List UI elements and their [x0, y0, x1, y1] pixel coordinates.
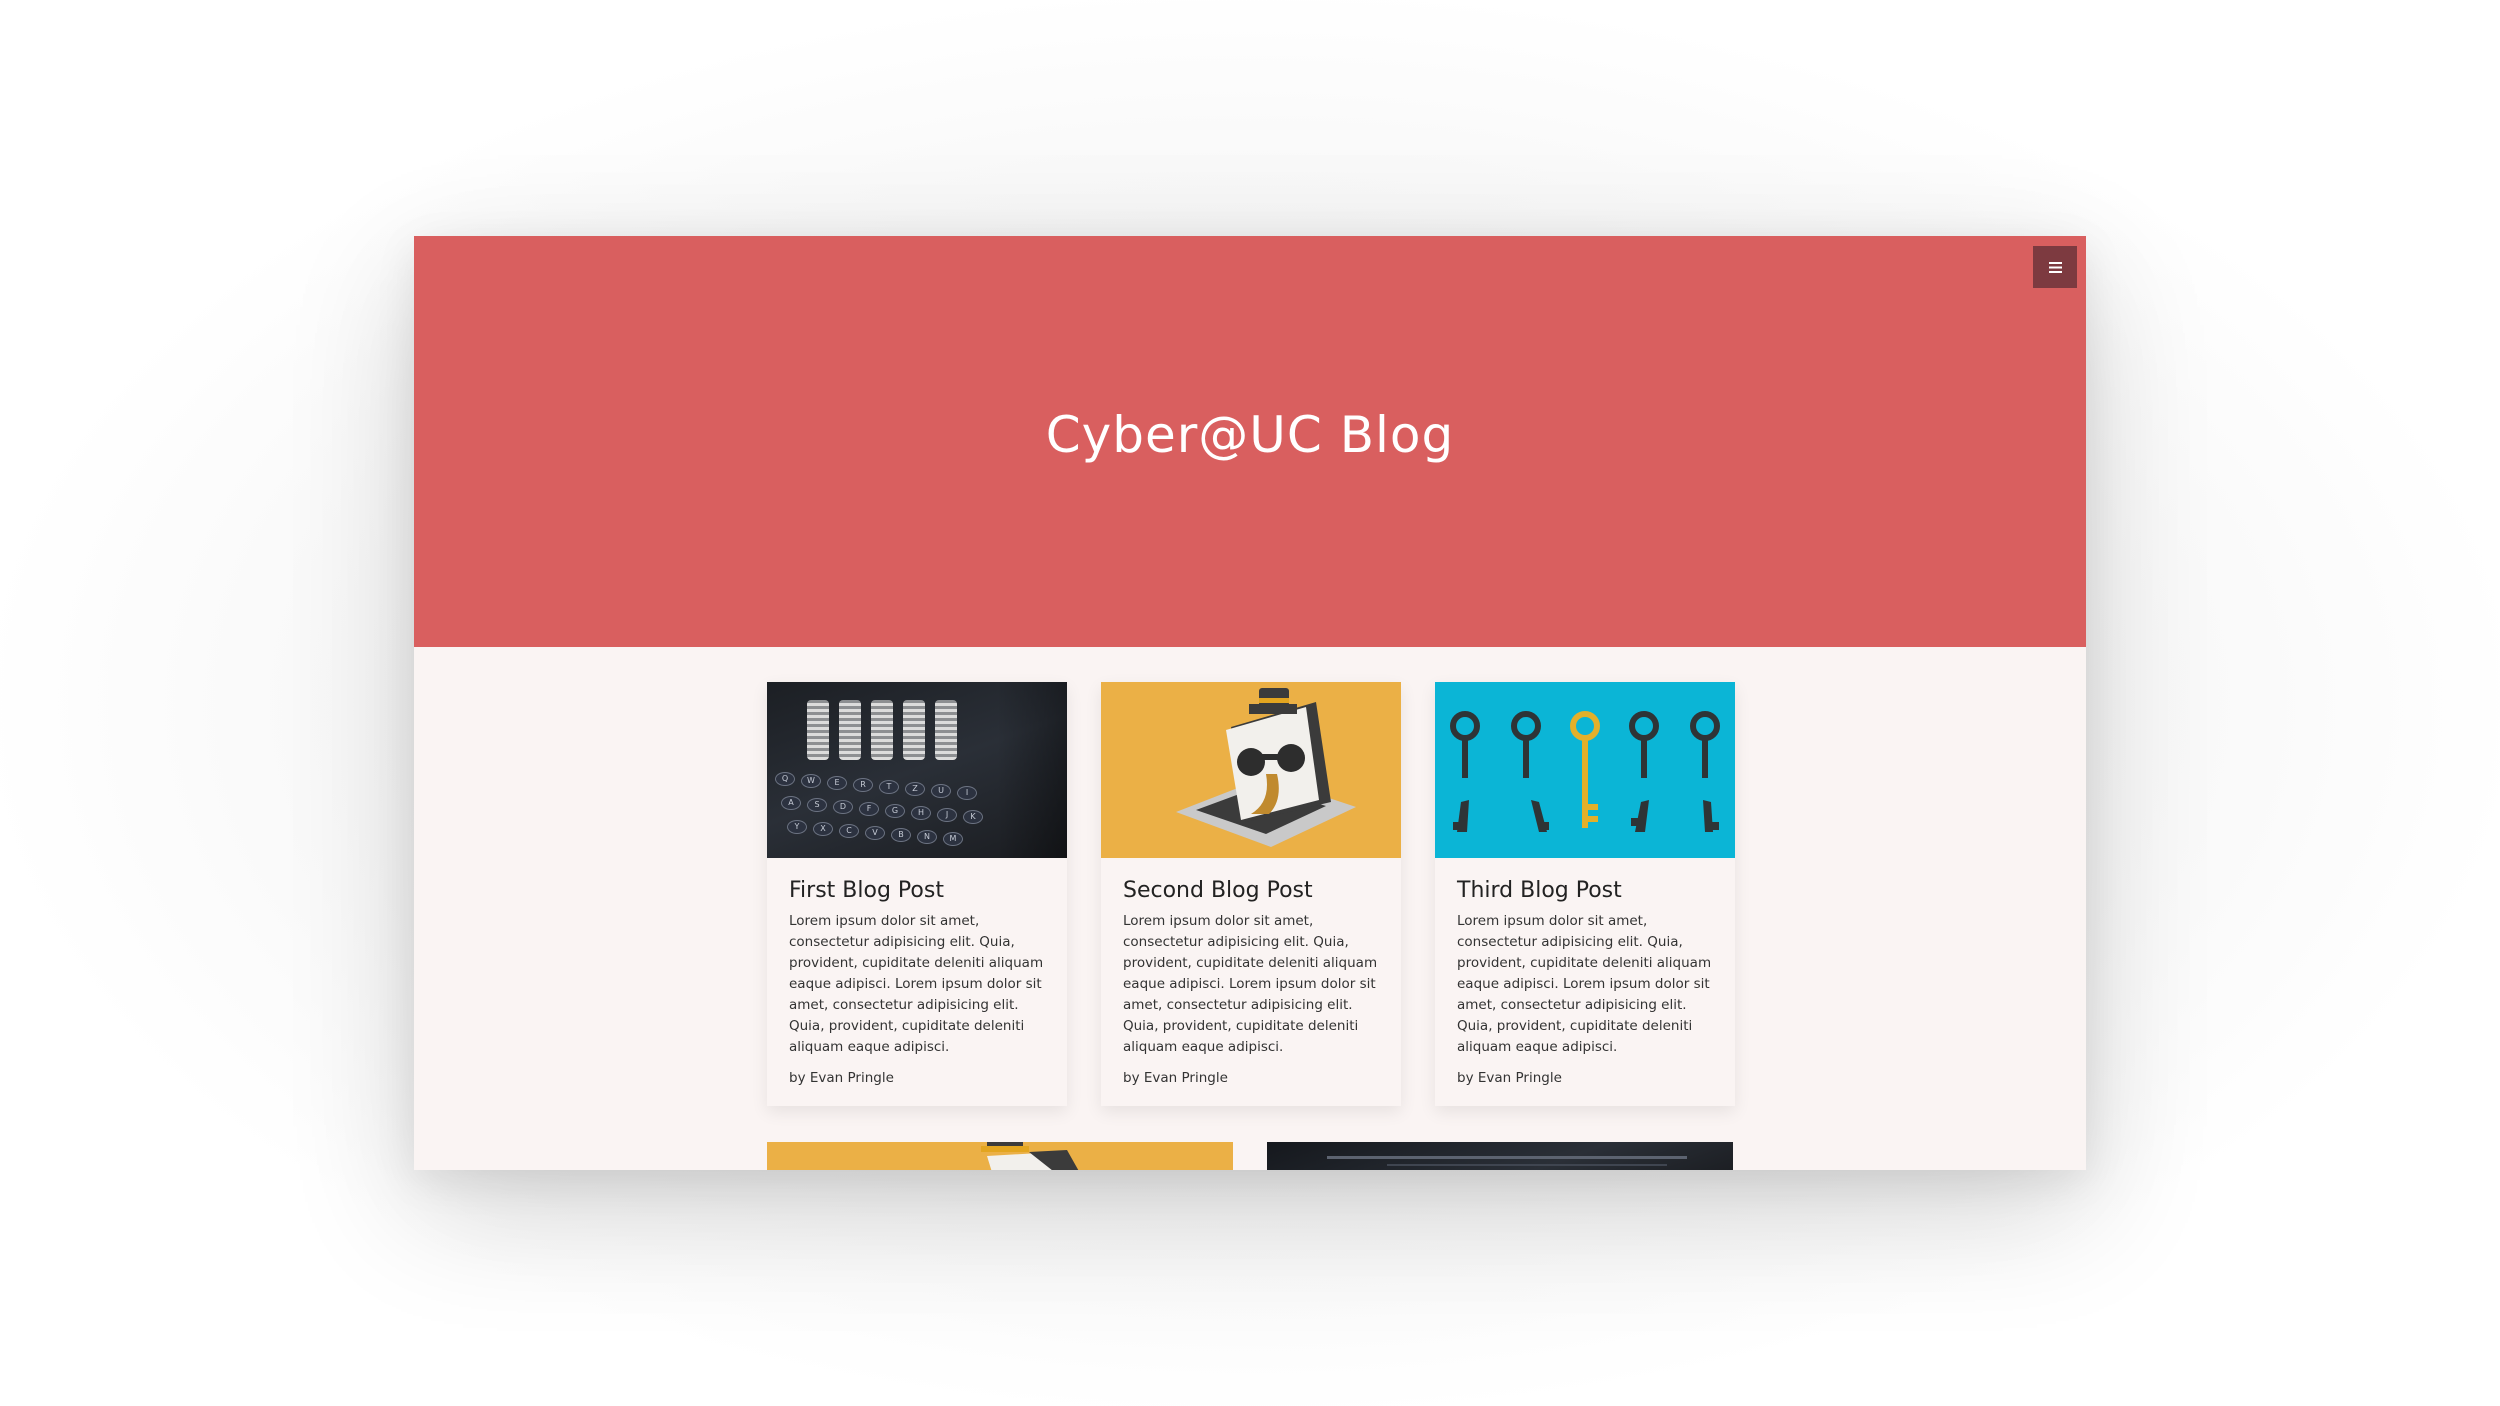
- post-excerpt: Lorem ipsum dolor sit amet, consectetur …: [1123, 913, 1378, 1055]
- hero-banner: Cyber@UC Blog: [414, 236, 2086, 647]
- post-author: by Evan Pringle: [1457, 1070, 1562, 1086]
- spy-laptop-image: [1101, 682, 1401, 858]
- post-author: by Evan Pringle: [1123, 1070, 1228, 1086]
- post-excerpt: Lorem ipsum dolor sit amet, consectetur …: [789, 913, 1044, 1055]
- keys-illustration: [1450, 711, 1720, 832]
- typewriter-partial-illustration: [1327, 1156, 1687, 1166]
- blog-card-5-image-partial[interactable]: [1267, 1142, 1733, 1170]
- blog-card-1[interactable]: Q W E R T Z U I A S D F G H J K Y X C V …: [767, 682, 1067, 1106]
- screenshot-stage: Cyber@UC Blog Q W E R T Z U I A S D F G …: [0, 0, 2500, 1406]
- spy-laptop-illustration: [1176, 688, 1356, 847]
- typewriter-keys-image: Q W E R T Z U I A S D F G H J K Y X C V …: [767, 682, 1067, 858]
- menu-button[interactable]: [2033, 246, 2077, 288]
- post-author: by Evan Pringle: [789, 1070, 894, 1086]
- post-excerpt: Lorem ipsum dolor sit amet, consectetur …: [1457, 913, 1712, 1055]
- page-title: Cyber@UC Blog: [1045, 406, 1455, 464]
- post-title[interactable]: First Blog Post: [789, 878, 1045, 903]
- blog-card-4-image-partial[interactable]: [767, 1142, 1233, 1170]
- post-title[interactable]: Third Blog Post: [1457, 878, 1713, 903]
- keys-image: [1435, 682, 1735, 858]
- menu-icon: [2048, 261, 2062, 273]
- blog-card-3[interactable]: Third Blog Post Lorem ipsum dolor sit am…: [1435, 682, 1735, 1106]
- blog-card-2[interactable]: Second Blog Post Lorem ipsum dolor sit a…: [1101, 682, 1401, 1106]
- browser-page: Cyber@UC Blog Q W E R T Z U I A S D F G …: [414, 236, 2086, 1170]
- spy-laptop-partial-illustration: [981, 1142, 1079, 1170]
- post-title[interactable]: Second Blog Post: [1123, 878, 1379, 903]
